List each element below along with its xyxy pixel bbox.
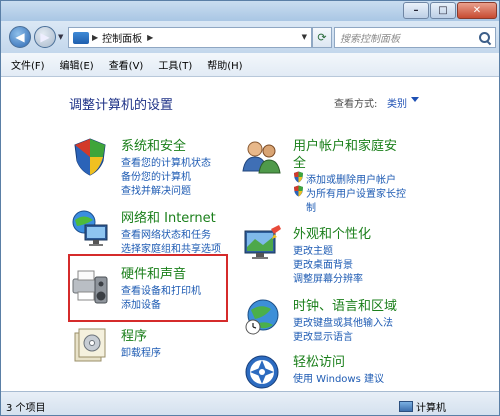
category-title-appearance[interactable]: 外观和个性化 (293, 223, 371, 242)
users-icon[interactable] (241, 135, 283, 177)
maximize-button[interactable]: □ (430, 2, 456, 19)
computer-icon (399, 401, 413, 412)
search-input[interactable]: 搜索控制面板 (334, 27, 496, 48)
breadcrumb-chevron-icon[interactable]: ▶ (147, 33, 153, 42)
chevron-down-icon[interactable] (411, 97, 419, 102)
category-user-accounts: 用户帐户和家庭安 全 添加或删除用户帐户 为所有用户设置家长控 制 (241, 135, 411, 215)
status-items-count: 3 个项目 (6, 403, 46, 414)
appearance-icon[interactable] (241, 223, 283, 265)
category-programs: 程序 卸载程序 (69, 325, 229, 365)
network-globe-icon[interactable] (69, 207, 111, 249)
address-bar[interactable]: ▶ 控制面板 ▶ ▼ (68, 27, 312, 48)
link-windows-suggestions[interactable]: 使用 Windows 建议 (293, 370, 384, 385)
uac-shield-icon (294, 171, 303, 183)
uac-shield-icon (294, 185, 303, 197)
link-view-computer-status[interactable]: 查看您的计算机状态 (121, 154, 211, 169)
menu-view[interactable]: 查看(V) (109, 57, 144, 72)
arrow-left-icon: ◀ (15, 30, 25, 44)
status-bar: 3 个项目 计算机 (1, 391, 499, 415)
link-desktop-background[interactable]: 更改桌面背景 (293, 256, 353, 271)
menu-edit[interactable]: 编辑(E) (60, 57, 94, 72)
category-clock-region: 时钟、语言和区域 更改键盘或其他输入法 更改显示语言 (241, 295, 411, 345)
category-title-system-security[interactable]: 系统和安全 (121, 135, 186, 154)
link-find-fix-problems[interactable]: 查找并解决问题 (121, 182, 191, 197)
category-system-security: 系统和安全 查看您的计算机状态 备份您的计算机 查找并解决问题 (69, 135, 229, 205)
category-ease-access: 轻松访问 使用 Windows 建议 (241, 351, 411, 391)
ease-of-access-icon[interactable] (241, 351, 283, 393)
close-button[interactable]: ✕ (457, 2, 497, 19)
view-by-label: 查看方式: (334, 99, 378, 110)
category-network: 网络和 Internet 查看网络状态和任务 选择家庭组和共享选项 (69, 207, 239, 257)
category-title-user-accounts[interactable]: 用户帐户和家庭安 (293, 135, 397, 154)
control-panel-icon (73, 31, 89, 44)
title-bar: – □ ✕ (1, 1, 499, 21)
shield-icon[interactable] (69, 135, 111, 177)
control-panel-window: – □ ✕ ◀ ▶ ▼ ▶ 控制面板 ▶ ▼ ⟳ 搜索控制面板 文件(F) 编辑… (0, 0, 500, 416)
link-change-display-language[interactable]: 更改显示语言 (293, 328, 353, 343)
status-computer-label: 计算机 (416, 403, 446, 414)
main-content: 调整计算机的设置 查看方式: 类别 系统和安全 查看您的计算机状态 备份您的计算… (1, 77, 499, 391)
back-button[interactable]: ◀ (9, 26, 31, 48)
link-homegroup-sharing[interactable]: 选择家庭组和共享选项 (121, 240, 221, 255)
category-appearance: 外观和个性化 更改主题 更改桌面背景 调整屏幕分辨率 (241, 223, 411, 285)
link-screen-resolution[interactable]: 调整屏幕分辨率 (293, 270, 363, 285)
link-parental-controls-cont[interactable]: 制 (306, 199, 316, 214)
menu-file[interactable]: 文件(F) (11, 57, 45, 72)
forward-button[interactable]: ▶ (34, 26, 56, 48)
address-dropdown-icon[interactable]: ▼ (302, 33, 307, 41)
window-controls: – □ ✕ (402, 2, 497, 19)
category-title-clock-region[interactable]: 时钟、语言和区域 (293, 295, 397, 314)
minimize-button[interactable]: – (403, 2, 429, 19)
menu-help[interactable]: 帮助(H) (207, 57, 242, 72)
link-change-theme[interactable]: 更改主题 (293, 242, 333, 257)
link-change-input-method[interactable]: 更改键盘或其他输入法 (293, 314, 393, 329)
address-toolbar: ◀ ▶ ▼ ▶ 控制面板 ▶ ▼ ⟳ 搜索控制面板 (1, 21, 499, 53)
clock-globe-icon[interactable] (241, 295, 283, 337)
refresh-icon: ⟳ (317, 31, 327, 44)
highlight-box (68, 254, 228, 322)
menu-tools[interactable]: 工具(T) (158, 57, 192, 72)
link-add-remove-accounts[interactable]: 添加或删除用户帐户 (306, 171, 396, 186)
link-parental-controls[interactable]: 为所有用户设置家长控 (306, 185, 406, 200)
breadcrumb-control-panel[interactable]: 控制面板 (102, 30, 142, 45)
link-backup-computer[interactable]: 备份您的计算机 (121, 168, 191, 183)
category-title-network[interactable]: 网络和 Internet (121, 207, 216, 226)
page-title: 调整计算机的设置 (69, 98, 174, 113)
view-by-dropdown[interactable]: 类别 (387, 95, 407, 110)
recent-pages-dropdown[interactable]: ▼ (58, 33, 63, 41)
status-computer: 计算机 (399, 399, 446, 414)
arrow-right-icon: ▶ (40, 30, 50, 44)
category-title-ease-access[interactable]: 轻松访问 (293, 351, 345, 370)
link-uninstall-program[interactable]: 卸载程序 (121, 344, 161, 359)
category-title-user-accounts-cont[interactable]: 全 (293, 152, 306, 171)
breadcrumb-chevron-icon[interactable]: ▶ (92, 33, 98, 42)
category-title-programs[interactable]: 程序 (121, 325, 147, 344)
search-icon[interactable] (478, 31, 492, 45)
search-placeholder: 搜索控制面板 (340, 34, 400, 45)
programs-icon[interactable] (69, 325, 111, 367)
menu-bar: 文件(F) 编辑(E) 查看(V) 工具(T) 帮助(H) (1, 53, 499, 77)
refresh-button[interactable]: ⟳ (312, 27, 332, 48)
link-view-network-status[interactable]: 查看网络状态和任务 (121, 226, 211, 241)
